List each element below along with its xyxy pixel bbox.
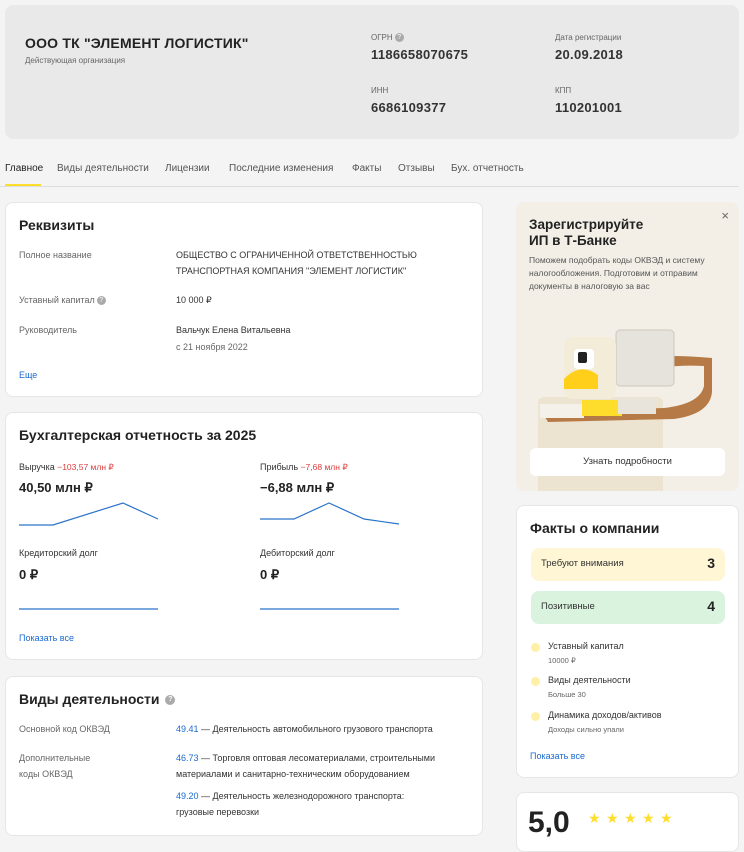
show-all-facts-link[interactable]: Показать все [530,751,585,761]
revenue-label: Выручка −103,57 млн ₽ [19,462,114,472]
facts-title: Факты о компании [530,520,660,536]
kpp-label: КПП [555,86,572,95]
main-okved: 49.41 — Деятельность автомобильного груз… [176,724,433,734]
creditor-label: Кредиторский долг [19,548,98,558]
main-okved-label: Основной код ОКВЭД [19,724,110,734]
attention-label: Требуют внимания [541,558,624,569]
tab-activities[interactable]: Виды деятельности [57,163,149,174]
kpp-value[interactable]: 110201001 [555,100,622,115]
full-name-label: Полное название [19,250,92,260]
company-name: ООО ТК "ЭЛЕМЕНТ ЛОГИСТИК" [25,35,249,51]
debtor-sparkline [260,608,399,610]
head-name[interactable]: Вальчук Елена Витальевна [176,322,290,338]
promo-text: Поможем подобрать коды ОКВЭД и систему н… [529,255,705,291]
activities-card: Виды деятельности ? Основной код ОКВЭД 4… [5,676,483,836]
fact-item-sub: 10000 ₽ [548,656,576,665]
tab-recent-changes[interactable]: Последние изменения [229,163,333,174]
tab-accounting[interactable]: Бух. отчетность [451,163,524,174]
promo-title: Зарегистрируйте ИП в Т-Банке [529,217,644,248]
debtor-label: Дебиторский долг [260,548,335,558]
okved-code-link[interactable]: 49.20 [176,791,199,801]
tab-facts[interactable]: Факты [352,163,381,174]
extra-okved-item: 46.73 — Торговля оптовая лесоматериалами… [176,753,435,779]
ogrn-value[interactable]: 1186658070675 [371,47,468,62]
show-all-accounting-link[interactable]: Показать все [19,633,74,643]
full-name-line1: ОБЩЕСТВО С ОГРАНИЧЕННОЙ ОТВЕТСТВЕННОСТЬЮ [176,250,417,260]
active-tab-indicator [5,184,41,186]
promo-banner[interactable]: Зарегистрируйте ИП в Т-Банке × Поможем по… [516,202,739,491]
full-name-line2: ТРАНСПОРТНАЯ КОМПАНИЯ "ЭЛЕМЕНТ ЛОГИСТИК" [176,266,407,276]
head-since: с 21 ноября 2022 [176,342,248,352]
tab-bar: Главное Виды деятельности Лицензии После… [0,160,739,187]
tab-licenses[interactable]: Лицензии [165,163,210,174]
accounting-card: Бухгалтерская отчетность за 2025 Выручка… [5,412,483,660]
warning-dot-icon [531,643,540,652]
ogrn-label: ОГРН? [371,33,404,43]
inn-label: ИНН [371,86,389,95]
close-icon[interactable]: × [721,208,729,223]
tab-reviews[interactable]: Отзывы [398,163,435,174]
revenue-value: 40,50 млн ₽ [19,480,93,495]
rating-value: 5,0 [528,806,570,839]
positive-facts[interactable]: Позитивные 4 [531,591,725,624]
debtor-value: 0 ₽ [260,567,280,582]
fact-item-sub: Доходы сильно упали [548,725,624,734]
fact-item-sub: Больше 30 [548,690,586,699]
profit-label: Прибыль −7,68 млн ₽ [260,462,348,472]
positive-label: Позитивные [541,601,595,612]
company-status: Действующая организация [25,56,126,65]
fact-item-title[interactable]: Уставный капитал [548,641,624,651]
profit-value: −6,88 млн ₽ [260,480,335,495]
company-header: ООО ТК "ЭЛЕМЕНТ ЛОГИСТИК" Действующая ор… [5,5,739,139]
revenue-change: −103,57 млн ₽ [57,462,114,472]
inn-value[interactable]: 6686109377 [371,100,446,115]
positive-count: 4 [707,598,715,614]
extra-okved-label-line2: коды ОКВЭД [19,769,73,779]
attention-count: 3 [707,555,715,571]
tab-main[interactable]: Главное [5,163,43,174]
fact-item-title[interactable]: Виды деятельности [548,675,631,685]
help-icon[interactable]: ? [165,695,176,706]
help-icon[interactable]: ? [96,296,106,306]
help-icon[interactable]: ? [394,33,404,43]
creditor-value: 0 ₽ [19,567,39,582]
reg-date-value: 20.09.2018 [555,47,624,62]
head-label: Руководитель [19,325,77,335]
reg-date-label: Дата регистрации [555,33,622,42]
accounting-title: Бухгалтерская отчетность за 2025 [19,427,257,443]
fact-item-title[interactable]: Динамика доходов/активов [548,710,662,720]
okved-code-link[interactable]: 49.41 [176,724,199,734]
learn-more-button[interactable]: Узнать подробности [530,448,725,476]
capital-value: 10 000 ₽ [176,295,212,305]
requisites-title: Реквизиты [19,217,95,233]
creditor-sparkline [19,608,158,610]
extra-okved-item: 49.20 — Деятельность железнодорожного тр… [176,791,405,817]
warning-dot-icon [531,677,540,686]
activities-title: Виды деятельности ? [19,691,176,707]
warning-dot-icon [531,712,540,721]
attention-facts[interactable]: Требуют внимания 3 [531,548,725,581]
revenue-sparkline [19,502,159,526]
capital-label: Уставный капитал? [19,292,106,308]
profit-sparkline [260,502,400,525]
okved-code-link[interactable]: 46.73 [176,753,199,763]
more-link[interactable]: Еще [19,370,37,380]
profit-change: −7,68 млн ₽ [300,462,348,472]
extra-okved-label-line1: Дополнительные [19,753,91,763]
requisites-card: Реквизиты Полное название ОБЩЕСТВО С ОГР… [5,202,483,397]
facts-card: Факты о компании Требуют внимания 3 Пози… [516,505,739,778]
